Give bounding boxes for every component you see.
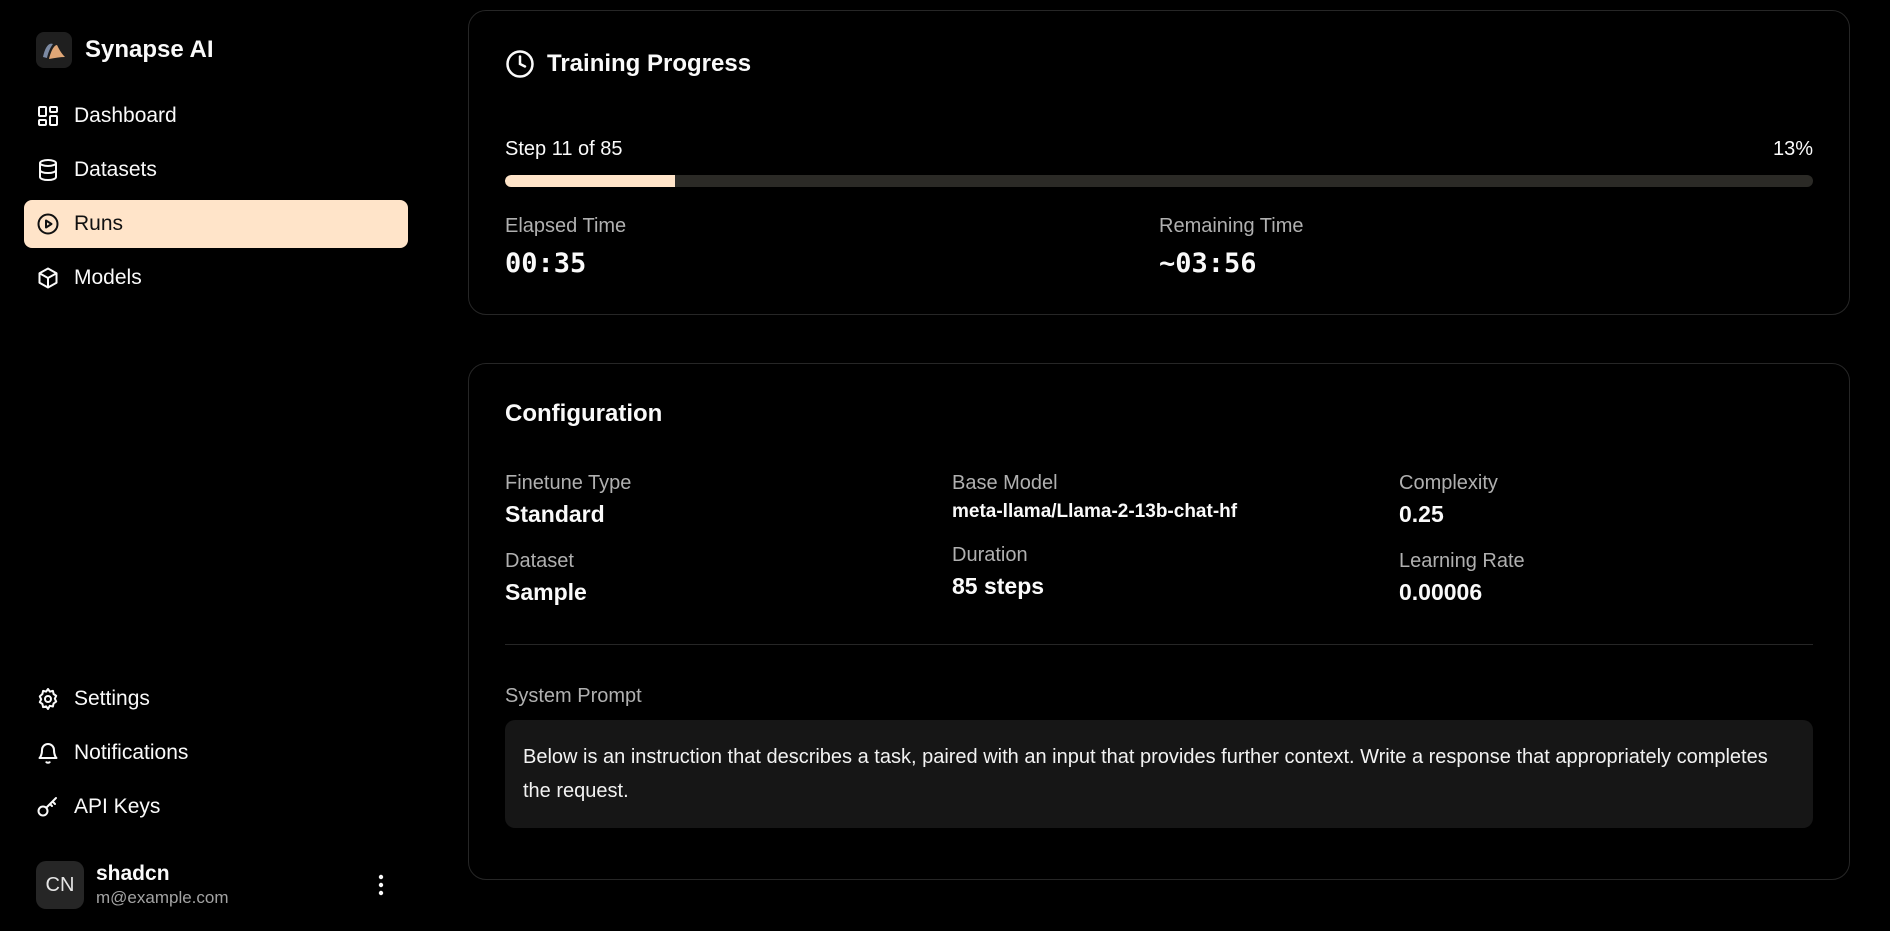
config-value: Sample [505, 579, 587, 605]
config-field-duration: Duration 85 steps [952, 544, 1399, 606]
training-progress-title: Training Progress [547, 49, 752, 77]
configuration-card: Configuration Finetune Type Standard Bas… [468, 363, 1850, 880]
app-root: Synapse AI Dashboard Datasets Runs Model… [0, 0, 1890, 931]
config-field-finetune-type: Finetune Type Standard [505, 472, 952, 528]
dashboard-icon [38, 106, 58, 126]
brand[interactable]: Synapse AI [24, 28, 408, 72]
config-field-learning-rate: Learning Rate 0.00006 [1399, 550, 1813, 606]
nav-item-runs[interactable]: Runs [24, 200, 408, 248]
nav-item-dashboard[interactable]: Dashboard [24, 92, 408, 140]
play-circle-icon [37, 213, 59, 235]
remaining-time: Remaining Time ~03:56 [1159, 215, 1813, 279]
time-stats: Elapsed Time 00:35 Remaining Time ~03:56 [505, 215, 1813, 279]
clock-icon [506, 49, 534, 78]
training-progress-header: Training Progress [505, 11, 1813, 116]
configuration-title: Configuration [505, 400, 663, 427]
configuration-grid: Finetune Type Standard Base Model meta-l… [505, 472, 1813, 606]
config-label: Learning Rate [1399, 550, 1525, 572]
synapse-logo-icon [36, 32, 72, 68]
config-field-dataset: Dataset Sample [505, 550, 952, 606]
nav-item-models[interactable]: Models [24, 254, 408, 302]
cube-icon [38, 267, 58, 289]
elapsed-time-value: 00:35 [505, 248, 587, 279]
elapsed-time: Elapsed Time 00:35 [505, 215, 1159, 279]
nav-label-runs: Runs [74, 212, 124, 235]
progress-header: Step 11 of 85 13% [505, 138, 1813, 161]
avatar: CN [36, 861, 84, 909]
config-value: Standard [505, 501, 605, 527]
bell-icon [38, 743, 58, 764]
nav-label-models: Models [74, 266, 142, 289]
database-icon [39, 159, 57, 182]
nav-item-settings[interactable]: Settings [24, 675, 408, 723]
config-value: meta-llama/Llama-2-13b-chat-hf [952, 501, 1238, 522]
divider [505, 644, 1813, 645]
config-label: Complexity [1399, 472, 1498, 494]
nav-item-api-keys[interactable]: API Keys [24, 783, 408, 831]
config-field-base-model: Base Model meta-llama/Llama-2-13b-chat-h… [952, 472, 1399, 528]
secondary-nav: Settings Notifications API Keys CN shadc… [24, 675, 408, 911]
key-icon [37, 797, 57, 817]
nav-label-settings: Settings [74, 687, 150, 710]
user-info: shadcn m@example.com [96, 862, 229, 908]
user-name: shadcn [96, 862, 170, 885]
progress-bar-fill [505, 175, 676, 187]
brand-name: Synapse AI [85, 36, 214, 63]
remaining-time-label: Remaining Time [1159, 215, 1304, 237]
elapsed-time-label: Elapsed Time [505, 215, 627, 237]
config-label: Finetune Type [505, 472, 632, 494]
training-progress-card: Training Progress Step 11 of 85 13% Elap… [468, 10, 1850, 315]
config-label: Duration [952, 544, 1028, 566]
more-vertical-icon[interactable] [366, 865, 396, 905]
config-value: 85 steps [952, 573, 1045, 599]
config-label: Base Model [952, 472, 1058, 494]
progress-step-text: Step 11 of 85 [505, 138, 623, 160]
system-prompt-label: System Prompt [505, 685, 642, 707]
nav-item-notifications[interactable]: Notifications [24, 729, 408, 777]
nav-label-datasets: Datasets [74, 158, 157, 181]
nav-label-dashboard: Dashboard [74, 104, 177, 127]
user-email: m@example.com [96, 888, 229, 907]
config-value: 0.00006 [1399, 579, 1483, 605]
remaining-time-value: ~03:56 [1159, 248, 1257, 279]
user-profile[interactable]: CN shadcn m@example.com [24, 859, 408, 911]
gear-icon [38, 688, 58, 710]
config-label: Dataset [505, 550, 574, 572]
progress-bar [505, 175, 1813, 187]
nav-item-datasets[interactable]: Datasets [24, 146, 408, 194]
sidebar: Synapse AI Dashboard Datasets Runs Model… [0, 0, 432, 931]
configuration-header: Configuration [505, 364, 1813, 464]
main-content: Training Progress Step 11 of 85 13% Elap… [432, 0, 1890, 931]
main-nav: Dashboard Datasets Runs Models [24, 92, 408, 302]
progress-percent: 13% [1772, 138, 1813, 160]
nav-label-notifications: Notifications [74, 741, 189, 764]
nav-label-api-keys: API Keys [74, 795, 161, 818]
config-value: 0.25 [1399, 501, 1444, 527]
config-field-complexity: Complexity 0.25 [1399, 472, 1813, 528]
system-prompt-text: Below is an instruction that describes a… [505, 720, 1813, 828]
